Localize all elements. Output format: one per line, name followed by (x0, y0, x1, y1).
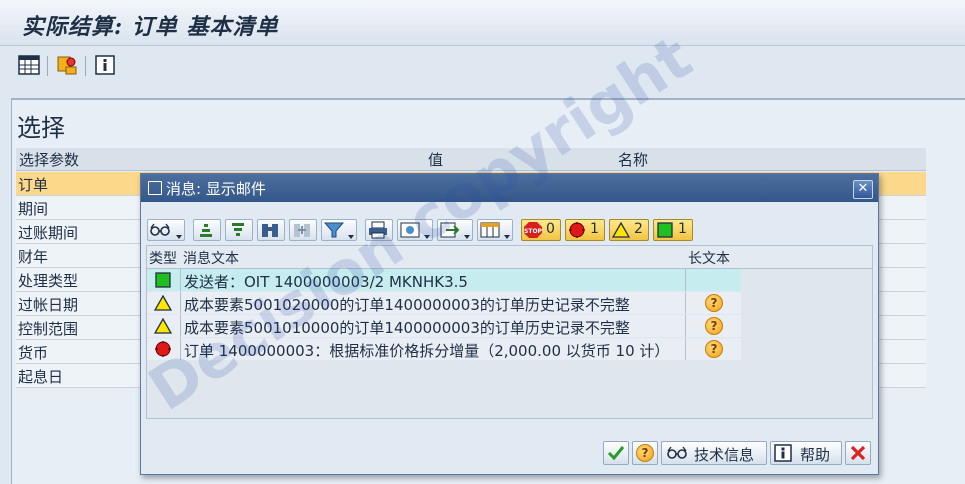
error-icon (155, 341, 171, 357)
dropdown-arrow-icon (464, 235, 470, 239)
close-button[interactable]: ✕ (853, 180, 873, 199)
message-row[interactable]: 发送者：OIT 1400000003/2 MKNHK3.5 (147, 269, 741, 291)
glasses-icon (150, 223, 170, 236)
column-header-value: 值 (428, 151, 444, 169)
sort-ascending-button[interactable] (193, 219, 221, 241)
toolbar-separator (47, 56, 48, 76)
help-button[interactable]: 帮助 (770, 441, 842, 465)
filter-warning-button[interactable]: 2 (609, 219, 649, 241)
longtext-cell: ? (685, 315, 742, 337)
dropdown-arrow-icon (176, 235, 182, 239)
success-icon (657, 222, 673, 238)
message-list-header: 类型 消息文本 长文本 (147, 246, 872, 269)
stop-sign-icon: STOP (524, 222, 542, 238)
layout-table-icon (480, 222, 500, 238)
stop-count: 0 (546, 221, 555, 237)
export-button[interactable] (437, 219, 473, 241)
filter-success-button[interactable]: 1 (653, 219, 693, 241)
toolbar-separator (85, 56, 86, 76)
glasses-icon (667, 446, 687, 459)
find-button[interactable] (257, 219, 285, 241)
layout-button[interactable] (477, 219, 513, 241)
technical-info-button[interactable]: 技术信息 (661, 441, 767, 465)
message-dialog: 消息: 显示邮件 ✕ STOP 0 1 2 1 类型 消息文本 长文本 发送者：… (140, 173, 879, 475)
sort-descending-button[interactable] (225, 219, 253, 241)
print-button[interactable] (365, 219, 393, 241)
warning-icon (154, 295, 172, 311)
longtext-help-icon[interactable]: ? (705, 340, 723, 358)
views-button[interactable] (397, 219, 433, 241)
message-type-cell (147, 315, 181, 337)
binoculars-plus-icon (294, 224, 310, 237)
message-type-cell (147, 269, 181, 291)
dialog-title-bar: 消息: 显示邮件 ✕ (141, 174, 878, 202)
dropdown-arrow-icon (504, 235, 510, 239)
filter-stop-button[interactable]: STOP 0 (521, 219, 561, 241)
binoculars-icon (262, 224, 278, 237)
error-icon (569, 222, 585, 238)
technical-info-label: 技术信息 (694, 446, 755, 464)
message-row[interactable]: 订单 1400000003：根据标准价格拆分增量（2,000.00 以货币 10… (147, 338, 741, 360)
info-icon[interactable] (94, 54, 116, 76)
message-text: 订单 1400000003：根据标准价格拆分增量（2,000.00 以货币 10… (184, 342, 670, 360)
success-icon (155, 272, 171, 288)
layout-grid-icon[interactable] (18, 54, 40, 76)
message-text: 成本要素5001020000的订单1400000003的订单历史记录不完整 (184, 296, 630, 314)
cancel-button[interactable] (845, 441, 871, 465)
application-toolbar (0, 46, 965, 86)
warning-count: 2 (634, 221, 643, 237)
section-title: 选择 (17, 114, 65, 142)
longtext-help-icon[interactable]: ? (705, 294, 723, 312)
message-type-cell (147, 292, 181, 314)
message-type-cell (147, 338, 181, 360)
longtext-cell (685, 269, 742, 291)
column-header-longtext: 长文本 (688, 251, 730, 267)
warning-icon (154, 318, 172, 334)
checkmark-icon (607, 446, 625, 461)
export-icon (440, 222, 460, 238)
message-row[interactable]: 成本要素5001010000的订单1400000003的订单历史记录不完整 ? (147, 315, 741, 337)
find-next-button[interactable] (289, 219, 317, 241)
sort-ascending-icon (200, 224, 212, 237)
title-bar: 实际结算: 订单 基本清单 (0, 0, 965, 46)
dialog-title: 消息: 显示邮件 (166, 180, 266, 198)
column-header-text: 消息文本 (183, 251, 239, 267)
filter-icon (323, 222, 345, 238)
sort-descending-icon (232, 223, 244, 236)
longtext-cell: ? (685, 338, 742, 360)
column-header-param: 选择参数 (19, 151, 80, 169)
message-toolbar: STOP 0 1 2 1 (147, 219, 872, 243)
close-icon (850, 445, 866, 461)
help-label: 帮助 (800, 446, 831, 464)
variant-user-icon[interactable] (56, 54, 78, 76)
column-header-type: 类型 (149, 251, 177, 267)
dialog-button-bar: ? 技术信息 帮助 (141, 441, 878, 474)
column-header-name: 名称 (618, 151, 649, 169)
detail-button[interactable] (147, 219, 185, 241)
success-count: 1 (678, 221, 687, 237)
message-text: 发送者：OIT 1400000003/2 MKNHK3.5 (184, 273, 468, 291)
dropdown-arrow-icon (348, 235, 354, 239)
info-icon (774, 444, 792, 462)
dialog-window-icon (148, 181, 162, 195)
svg-text:STOP: STOP (524, 228, 542, 235)
page-title: 实际结算: 订单 基本清单 (22, 14, 279, 40)
longtext-button[interactable]: ? (632, 441, 658, 465)
error-count: 1 (590, 221, 599, 237)
filter-button[interactable] (321, 219, 357, 241)
longtext-help-icon[interactable]: ? (705, 317, 723, 335)
question-icon: ? (636, 444, 654, 462)
dropdown-arrow-icon (424, 235, 430, 239)
message-text: 成本要素5001010000的订单1400000003的订单历史记录不完整 (184, 319, 630, 337)
warning-icon (612, 222, 630, 238)
printer-icon (369, 221, 387, 239)
message-row[interactable]: 成本要素5001020000的订单1400000003的订单历史记录不完整 ? (147, 292, 741, 314)
view-switch-icon (400, 222, 420, 238)
filter-error-button[interactable]: 1 (565, 219, 605, 241)
continue-button[interactable] (603, 441, 629, 465)
message-list: 类型 消息文本 长文本 发送者：OIT 1400000003/2 MKNHK3.… (146, 245, 873, 419)
param-grid-header: 选择参数 值 名称 (16, 148, 926, 171)
longtext-cell: ? (685, 292, 742, 314)
